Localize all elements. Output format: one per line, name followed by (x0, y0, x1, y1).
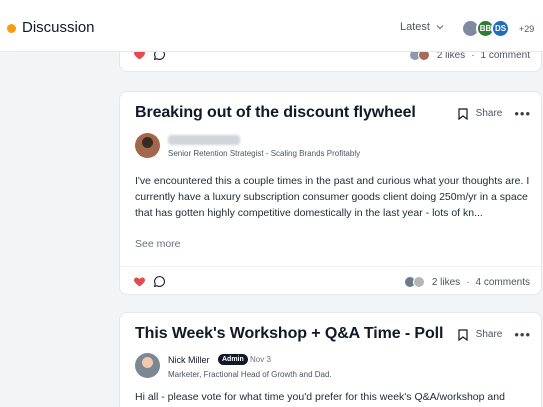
page-title: Discussion (22, 19, 95, 36)
comments-count[interactable]: 4 comments (476, 277, 530, 288)
post-excerpt[interactable]: Hi all - please vote for what time you'd… (135, 391, 505, 403)
bookmark-icon[interactable] (458, 107, 468, 120)
more-options-icon[interactable]: ••• (514, 327, 531, 342)
more-options-icon[interactable]: ••• (514, 106, 531, 121)
admin-badge: Admin (218, 354, 248, 365)
share-button[interactable]: Share (476, 108, 503, 119)
post-stats: 2 likes · 4 comments (403, 276, 530, 288)
author-role: Senior Retention Strategist - Scaling Br… (168, 149, 361, 158)
author-role: Marketer, Fractional Head of Growth and … (168, 370, 332, 379)
status-dot (7, 24, 16, 33)
post-toolbar: Share ••• (458, 327, 531, 342)
avatar[interactable] (135, 133, 160, 158)
more-members-count[interactable]: +29 (519, 24, 534, 34)
avatar[interactable] (135, 353, 160, 378)
chevron-down-icon (436, 25, 444, 30)
likes-count[interactable]: 2 likes (432, 277, 460, 288)
post-title[interactable]: Breaking out of the discount flywheel (135, 104, 416, 122)
heart-icon[interactable] (133, 275, 146, 288)
post-excerpt[interactable]: I've encountered this a couple times in … (135, 173, 533, 221)
share-button[interactable]: Share (476, 329, 503, 340)
member-avatars[interactable]: BB DS +29 (461, 19, 534, 38)
post-actions: 2 likes · 4 comments (120, 266, 541, 296)
post-title[interactable]: This Week's Workshop + Q&A Time - Poll (135, 325, 443, 343)
post-date: Nov 3 (250, 355, 271, 364)
post-toolbar: Share ••• (458, 106, 531, 121)
avatar[interactable]: DS (491, 19, 510, 38)
likers-avatars (403, 276, 425, 288)
see-more-link[interactable]: See more (135, 238, 181, 250)
author-name[interactable]: Nick Miller (168, 355, 210, 365)
post-card: This Week's Workshop + Q&A Time - Poll S… (119, 312, 542, 407)
author-name-redacted (168, 135, 240, 145)
sort-dropdown[interactable]: Latest (400, 21, 444, 33)
comment-icon[interactable] (153, 275, 166, 288)
top-bar: Discussion Latest BB DS +29 (0, 0, 543, 52)
post-card: Breaking out of the discount flywheel Sh… (119, 91, 542, 295)
separator: · (466, 276, 470, 288)
sort-label: Latest (400, 21, 430, 33)
bookmark-icon[interactable] (458, 328, 468, 341)
